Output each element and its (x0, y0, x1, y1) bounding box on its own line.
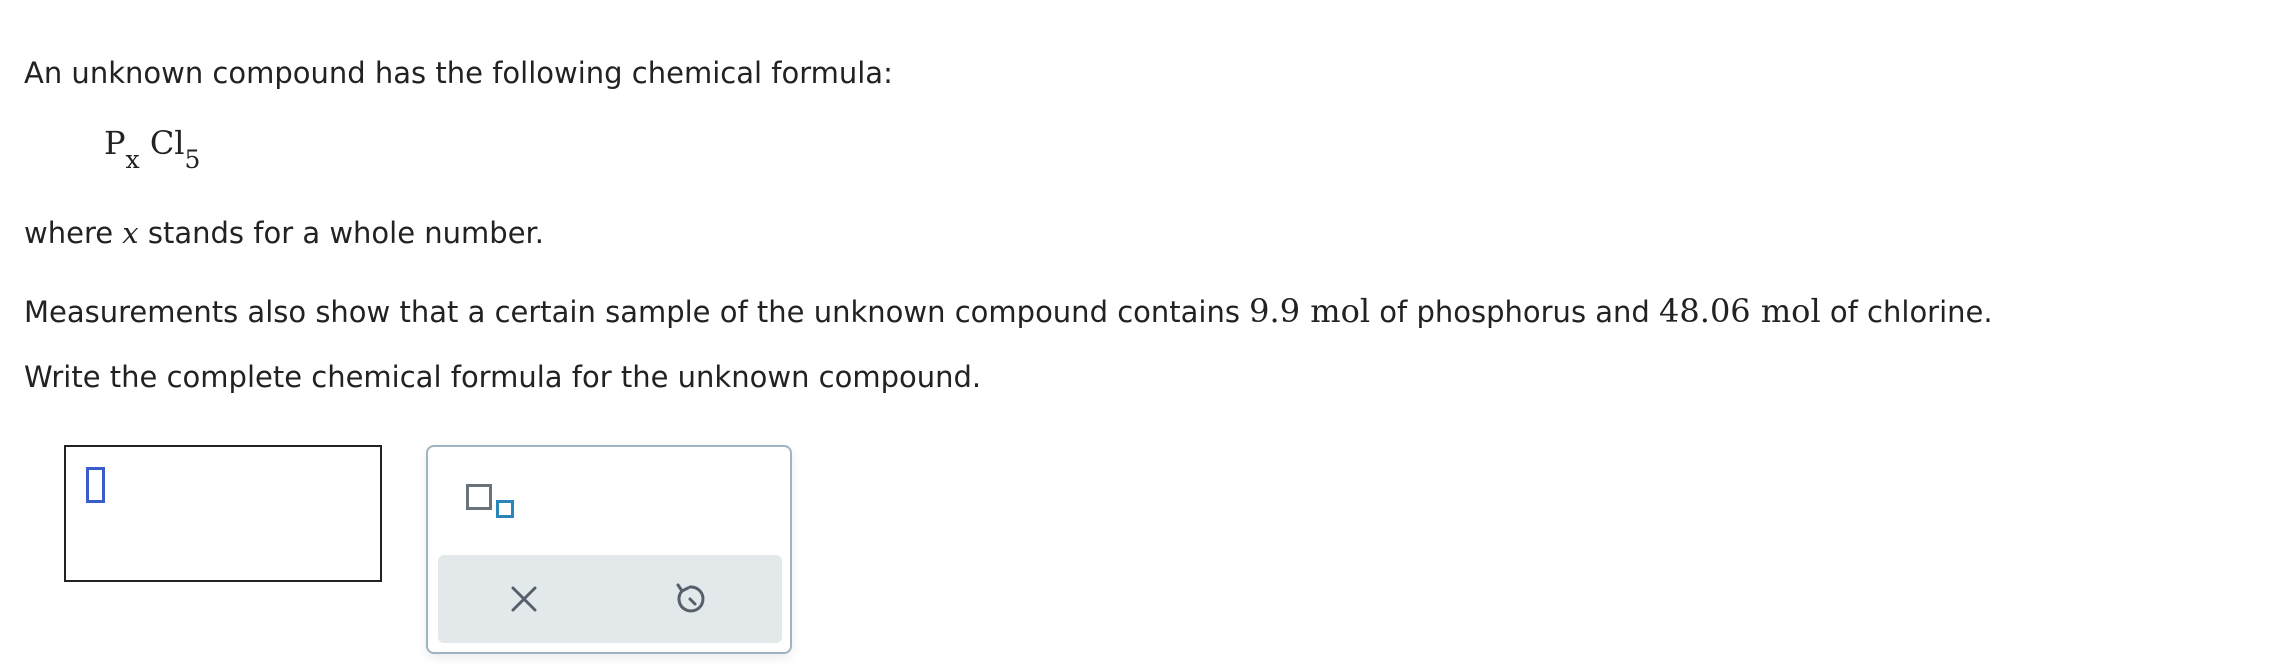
chlorine-amount: 48.06 mol (1659, 292, 1821, 330)
where-prefix: where (24, 216, 123, 250)
clear-button[interactable] (502, 577, 546, 621)
answer-input[interactable] (64, 445, 382, 582)
subscript-box (496, 500, 514, 518)
formula-subscript-x: x (125, 145, 140, 174)
instruction-text: Write the complete chemical formula for … (24, 360, 982, 394)
x-icon (511, 586, 537, 612)
variable-x: x (122, 216, 139, 250)
base-box (466, 484, 492, 510)
formula-palette (426, 445, 792, 654)
variable-note: where x stands for a whole number. (24, 216, 544, 250)
question-intro: An unknown compound has the following ch… (24, 56, 893, 90)
chemical-formula: Px Cl5 (104, 124, 200, 174)
measure-part3: of chlorine. (1820, 295, 1993, 329)
formula-element-p: P (104, 124, 126, 162)
measurement-text: Measurements also show that a certain sa… (24, 292, 1993, 330)
undo-icon (676, 583, 705, 613)
where-suffix: stands for a whole number. (138, 216, 545, 250)
answer-cursor-slot[interactable] (86, 467, 105, 503)
formula-element-cl: Cl (149, 124, 185, 162)
subscript-template-icon[interactable] (466, 480, 522, 524)
measure-part1: Measurements also show that a certain sa… (24, 295, 1250, 329)
formula-subscript-5: 5 (184, 145, 201, 174)
phosphorus-amount: 9.9 mol (1249, 292, 1371, 330)
palette-action-bar (438, 555, 782, 643)
reset-button[interactable] (668, 577, 712, 621)
measure-part2: of phosphorus and (1370, 295, 1660, 329)
